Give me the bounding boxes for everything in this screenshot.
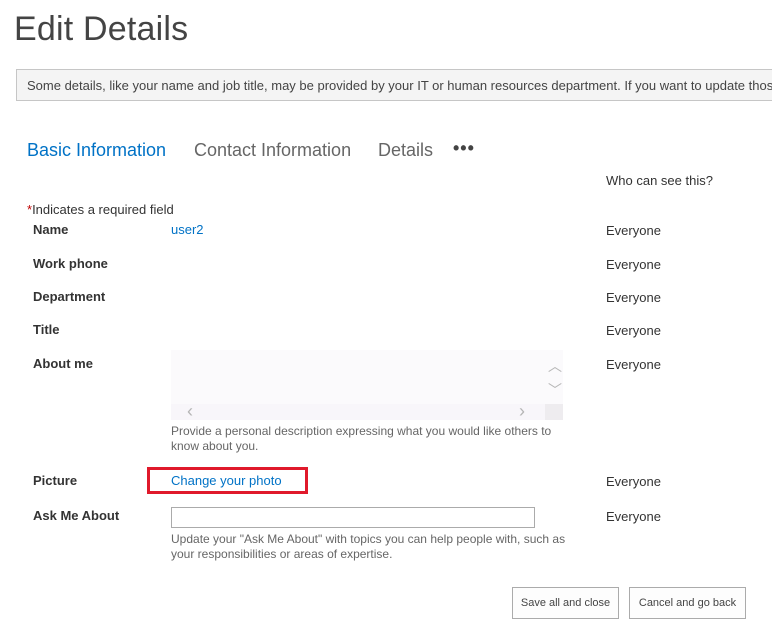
required-field-note: *Indicates a required field	[27, 202, 174, 217]
name-value-link[interactable]: user2	[171, 222, 204, 237]
scroll-left-icon[interactable]: ‹	[187, 401, 193, 422]
name-visibility: Everyone	[606, 223, 661, 238]
about-me-vertical-scrollbar[interactable]: ︿ ﹀	[545, 350, 563, 404]
save-all-and-close-button[interactable]: Save all and close	[512, 587, 619, 619]
scroll-right-icon[interactable]: ›	[519, 401, 525, 422]
picture-visibility: Everyone	[606, 474, 661, 489]
name-label: Name	[33, 222, 69, 237]
about-me-hint: Provide a personal description expressin…	[171, 424, 552, 453]
ask-me-about-input[interactable]	[171, 507, 535, 528]
about-me-label: About me	[33, 356, 93, 371]
tab-contact-information[interactable]: Contact Information	[194, 140, 351, 161]
picture-label: Picture	[33, 473, 78, 488]
work-phone-visibility: Everyone	[606, 257, 661, 272]
ask-me-about-visibility: Everyone	[606, 509, 661, 524]
tab-details[interactable]: Details	[378, 140, 433, 161]
ask-me-about-label: Ask Me About	[33, 508, 120, 523]
info-notice-bar: Some details, like your name and job tit…	[16, 69, 772, 101]
more-tabs-ellipsis-icon[interactable]: •••	[453, 138, 475, 159]
title-visibility: Everyone	[606, 323, 661, 338]
page-title: Edit Details	[14, 10, 189, 48]
scroll-down-icon[interactable]: ﹀	[548, 380, 562, 400]
ask-me-about-hint: Update your "Ask Me About" with topics y…	[171, 532, 566, 561]
required-note-text: Indicates a required field	[32, 202, 174, 217]
scroll-up-icon[interactable]: ︿	[548, 356, 562, 376]
visibility-column-header: Who can see this?	[606, 173, 713, 188]
work-phone-label: Work phone	[33, 256, 108, 271]
scrollbar-corner	[545, 404, 563, 420]
tab-basic-information[interactable]: Basic Information	[27, 140, 166, 161]
about-me-horizontal-scrollbar[interactable]: ‹ ›	[171, 401, 545, 422]
change-photo-link[interactable]: Change your photo	[171, 473, 282, 488]
cancel-and-go-back-button[interactable]: Cancel and go back	[629, 587, 746, 619]
about-me-visibility: Everyone	[606, 357, 661, 372]
title-label: Title	[33, 322, 60, 337]
department-visibility: Everyone	[606, 290, 661, 305]
department-label: Department	[33, 289, 106, 304]
